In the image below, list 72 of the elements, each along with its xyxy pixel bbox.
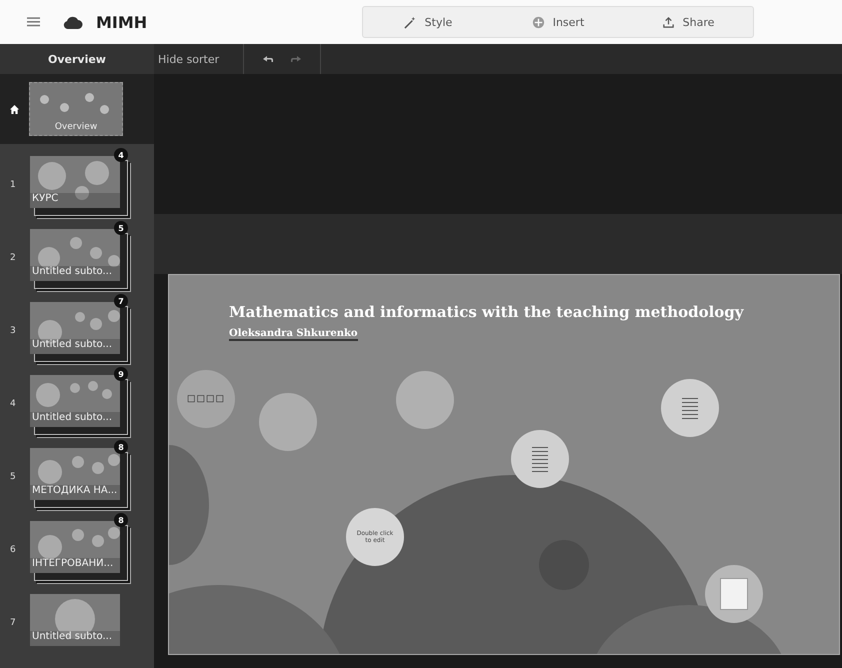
overview-thumbnail[interactable]: Overview [29, 82, 123, 136]
thumbnail-label: ІНТЕГРОВАНИ... [30, 558, 120, 573]
slide-thumbnail[interactable]: Untitled subto... [30, 302, 120, 354]
presentation-title: MIMH [96, 12, 148, 32]
thumbnail-label: МЕТОДИКА НА... [30, 485, 120, 500]
count-badge: 8 [114, 440, 128, 454]
slide-thumbnail[interactable]: Untitled subto... [30, 594, 120, 646]
slide-thumbnail[interactable]: Untitled subto... [30, 375, 120, 427]
thumbnail-circle [102, 389, 112, 399]
author-name: Oleksandra Shkurenko [229, 328, 358, 341]
insert-button[interactable]: Insert [493, 7, 623, 37]
slide-thumbnail[interactable]: ІНТЕГРОВАНИ... [30, 521, 120, 573]
count-badge: 7 [114, 294, 128, 308]
thumbnail-circle [85, 93, 94, 102]
thumbnail-circle [108, 454, 120, 466]
thumbnail-circle [75, 312, 85, 322]
count-badge: 5 [114, 221, 128, 235]
slide-number: 7 [10, 618, 16, 628]
thumbnail-circle [90, 247, 102, 259]
small-text-drawing [682, 398, 698, 418]
thumbnail-circle [92, 535, 104, 547]
thumbnail-label: Overview [54, 122, 98, 134]
thumbnail-label: Untitled subto... [30, 412, 120, 427]
slide-thumbnail[interactable]: МЕТОДИКА НА... [30, 448, 120, 500]
thumbnail-label: Untitled subto... [30, 339, 120, 354]
thumbnail-circle [108, 310, 120, 322]
thumbnail-circle [108, 255, 120, 267]
small-text-drawing [532, 446, 548, 472]
slide-number: 4 [10, 399, 16, 409]
redo-icon[interactable] [290, 55, 302, 63]
thumbnail-circle [38, 162, 66, 190]
undo-icon[interactable] [262, 55, 274, 63]
thumbnail-circle [36, 383, 60, 407]
thumbnail-circle [88, 381, 98, 391]
thumbnail-circle [108, 527, 120, 539]
slide-number: 1 [10, 180, 16, 190]
cloud-icon[interactable] [63, 16, 83, 28]
upload-icon [662, 16, 675, 28]
home-icon[interactable] [10, 104, 19, 114]
style-button[interactable]: Style [363, 7, 493, 37]
slide-number: 3 [10, 326, 16, 336]
thumbnail-circle [38, 460, 62, 484]
thumbnail-circle [92, 462, 104, 474]
thumbnail-circle [100, 105, 109, 114]
menu-icon[interactable] [27, 17, 40, 27]
share-button[interactable]: Share [623, 7, 753, 37]
plus-circle-icon [532, 16, 545, 28]
slide-number: 2 [10, 253, 16, 263]
document-drawing [720, 578, 748, 610]
thumbnail-circle [60, 103, 69, 112]
count-badge: 4 [114, 148, 128, 162]
thumbnail-label: Untitled subto... [30, 631, 120, 646]
slide-thumbnail[interactable]: КУРС [30, 156, 120, 208]
thumbnail-circle [70, 237, 82, 249]
count-badge: 8 [114, 513, 128, 527]
topic-circle[interactable]: □□□□ [177, 370, 235, 428]
thumbnail-label: Untitled subto... [30, 266, 120, 281]
topic-text: □□□□ [186, 394, 225, 404]
magic-wand-icon [404, 16, 417, 28]
slide-thumbnail[interactable]: Untitled subto... [30, 229, 120, 281]
slide-number: 6 [10, 545, 16, 555]
thumbnail-label: КУРС [30, 193, 120, 208]
thumbnail-circle [40, 95, 49, 104]
thumbnail-circle [72, 529, 84, 541]
thumbnail-circle [90, 318, 102, 330]
thumbnail-circle [38, 535, 62, 559]
toolbar-tab[interactable]: Overview [0, 44, 154, 74]
presentation-heading: Mathematics and informatics with the teaching methodology [229, 303, 744, 321]
thumbnail-circle [72, 456, 84, 468]
thumbnail-circle [70, 383, 80, 393]
count-badge: 9 [114, 367, 128, 381]
slide-number: 5 [10, 472, 16, 482]
